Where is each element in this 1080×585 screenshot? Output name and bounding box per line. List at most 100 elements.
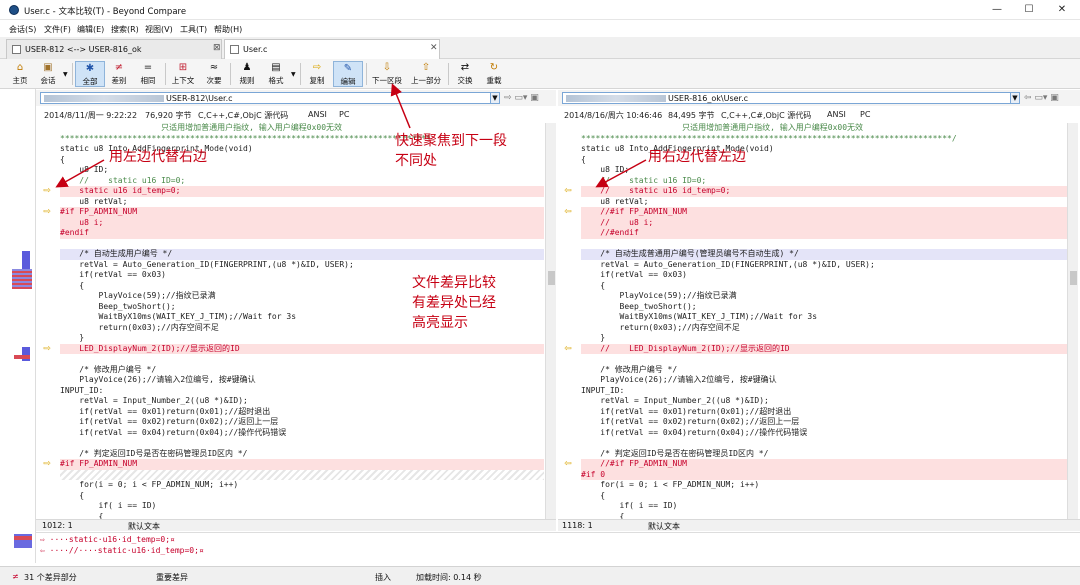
code-line[interactable]: #if FP_ADMIN_NUM [60,207,544,218]
menu-file[interactable]: 文件(F) [44,24,71,35]
copy-to-left-icon[interactable]: ⇦ [562,344,574,354]
menu-session[interactable]: 会话(S) [9,24,36,35]
chevron-down-icon[interactable]: ▼ [490,92,500,104]
swap-button[interactable]: ⇄ 交换 [450,61,480,87]
code-line[interactable]: } [581,333,1067,344]
scrollbar-thumb[interactable] [1070,271,1077,285]
code-line[interactable]: if(retVal == 0x04)return(0x04);//操作代码错误 [60,428,544,439]
code-line[interactable]: //#if FP_ADMIN_NUM [581,459,1067,470]
prev-section-button[interactable]: ⇧ 上一部分 [408,61,444,87]
code-line[interactable]: return(0x03);//内存空间不足 [581,323,1067,334]
code-line[interactable]: for(i = 0; i < FP_ADMIN_NUM; i++) [581,480,1067,491]
menu-view[interactable]: 视图(V) [145,24,173,35]
code-line[interactable]: ****************************************… [581,134,1067,145]
code-line[interactable] [60,438,544,449]
code-line[interactable]: { [581,491,1067,502]
code-line[interactable]: //#if FP_ADMIN_NUM [581,207,1067,218]
right-code-view[interactable]: 只适用增加普通用户指纹, 输入用户编程0x00无效 ***************… [581,123,1067,519]
code-line[interactable]: if( i == ID) [581,501,1067,512]
menu-search[interactable]: 搜索(R) [111,24,139,35]
code-line[interactable]: if(retVal == 0x01)return(0x01);//超时退出 [60,407,544,418]
right-path-input[interactable]: USER-816_ok\User.c ▼ [562,92,1020,104]
copy-to-right-icon[interactable]: ⇨ [41,208,53,217]
code-line[interactable]: if(retVal == 0x02)return(0x02);//返回上一层 [60,417,544,428]
code-line[interactable]: // static u16 ID=0; [60,176,544,187]
chevron-down-icon[interactable]: ▼ [291,71,296,78]
browse-folder-icon[interactable]: ⇨ ▭▾ ▣ [504,93,539,103]
code-line[interactable] [581,239,1067,250]
code-line[interactable]: retVal = Auto_Generation_ID(FINGERPRINT,… [581,260,1067,271]
copy-to-left-icon[interactable]: ⇦ [562,208,574,217]
code-line[interactable]: retVal = Input_Number_2((u8 *)&ID); [60,396,544,407]
code-line[interactable]: WaitByX10ms(WAIT_KEY_J_TIM);//Wait for 3… [581,312,1067,323]
code-line[interactable]: static u16 id_temp=0; [60,186,544,197]
code-line[interactable]: Beep_twoShort(); [581,302,1067,313]
scrollbar-thumb[interactable] [548,271,555,285]
code-line[interactable]: u8 i; [60,217,544,228]
code-line[interactable]: if( i == ID) [60,501,544,512]
code-line[interactable]: { [581,512,1067,520]
code-line[interactable]: // static u16 ID=0; [581,176,1067,187]
reload-button[interactable]: ↻ 重载 [479,61,509,87]
show-diffs-button[interactable]: ≠ 差别 [104,61,134,87]
code-line[interactable]: if(retVal == 0x02)return(0x02);//返回上一层 [581,417,1067,428]
edit-button[interactable]: ✎ 编辑 [333,61,363,87]
code-line[interactable]: /* 自动生成普通用户编号(管理员编号不自动生成) */ [581,249,1067,260]
copy-to-right-icon[interactable]: ⇨ [41,187,53,196]
code-line[interactable]: /* 修改用户编号 */ [581,365,1067,376]
chevron-down-icon[interactable]: ▼ [63,71,68,78]
code-line[interactable]: INPUT_ID: [581,386,1067,397]
menu-help[interactable]: 帮助(H) [214,24,242,35]
show-all-button[interactable]: ✱ 全部 [75,61,105,87]
left-scrollbar[interactable] [545,123,556,519]
code-line[interactable]: retVal = Auto_Generation_ID(FINGERPRINT,… [60,260,544,271]
code-line[interactable]: } [60,333,544,344]
maximize-button[interactable]: ☐ [1019,3,1039,17]
code-line[interactable]: 只适用增加普通用户指纹, 输入用户编程0x00无效 [581,123,1067,134]
copy-button[interactable]: ⇨ 复制 [302,61,332,87]
menu-edit[interactable]: 编辑(E) [77,24,104,35]
code-line[interactable]: // static u16 id_temp=0; [581,186,1067,197]
copy-to-left-icon[interactable]: ⇦ [562,460,574,469]
code-line[interactable]: u8 retVal; [60,197,544,208]
copy-to-left-icon[interactable]: ⇦ [562,187,574,196]
code-line[interactable]: //#endif [581,228,1067,239]
copy-to-right-icon[interactable]: ⇨ [41,460,53,469]
code-line[interactable]: { [60,491,544,502]
code-line[interactable]: PlayVoice(26);//请输入2位编号, 按#键确认 [581,375,1067,386]
code-line[interactable]: LED_DisplayNum_2(ID);//显示返回的ID [60,343,544,354]
code-line[interactable] [60,354,544,365]
minimize-button[interactable]: — [987,3,1007,17]
tab-text-compare[interactable]: User.c ✕ [224,39,440,60]
show-same-button[interactable]: = 相同 [133,61,163,87]
tab-folder-compare[interactable]: USER-812 <--> USER-816_ok ⊠ [6,39,222,59]
code-line[interactable]: #endif [60,228,544,239]
format-button[interactable]: ▤ 格式 [261,61,291,87]
code-line[interactable]: if(retVal == 0x04)return(0x04);//操作代码错误 [581,428,1067,439]
context-button[interactable]: ⊞ 上下文 [168,61,198,87]
code-line[interactable]: u8 retVal; [581,197,1067,208]
code-line[interactable]: { [581,281,1067,292]
code-line[interactable]: #if FP_ADMIN_NUM [60,459,544,470]
tab-close-icon[interactable]: ⊠ [213,43,221,53]
tab-close-icon[interactable]: ✕ [430,43,438,53]
code-line[interactable]: // LED_DisplayNum_2(ID);//显示返回的ID [581,343,1067,354]
close-button[interactable]: ✕ [1052,3,1072,17]
code-line[interactable]: retVal = Input_Number_2((u8 *)&ID); [581,396,1067,407]
code-line[interactable]: if(retVal == 0x03) [581,270,1067,281]
code-line[interactable] [60,469,544,480]
code-line[interactable]: PlayVoice(59);//指纹已录满 [581,291,1067,302]
code-line[interactable]: INPUT_ID: [60,386,544,397]
code-line[interactable]: { [60,512,544,520]
home-button[interactable]: ⌂ 主页 [5,61,35,87]
menu-tools[interactable]: 工具(T) [180,24,207,35]
code-line[interactable] [581,354,1067,365]
code-line[interactable] [581,438,1067,449]
left-path-input[interactable]: USER-812\User.c ▼ [40,92,500,104]
line-detail-pane[interactable]: ⇨ ····static·u16·id_temp=0;¤ ⇦ ····//···… [36,532,1080,556]
copy-to-right-icon[interactable]: ⇨ [41,344,53,354]
code-line[interactable]: /* 修改用户编号 */ [60,365,544,376]
right-scrollbar[interactable] [1067,123,1078,519]
code-line[interactable]: /* 判定返回ID号是否在密码管理员ID区内 */ [60,449,544,460]
code-line[interactable]: PlayVoice(26);//请输入2位编号, 按#键确认 [60,375,544,386]
